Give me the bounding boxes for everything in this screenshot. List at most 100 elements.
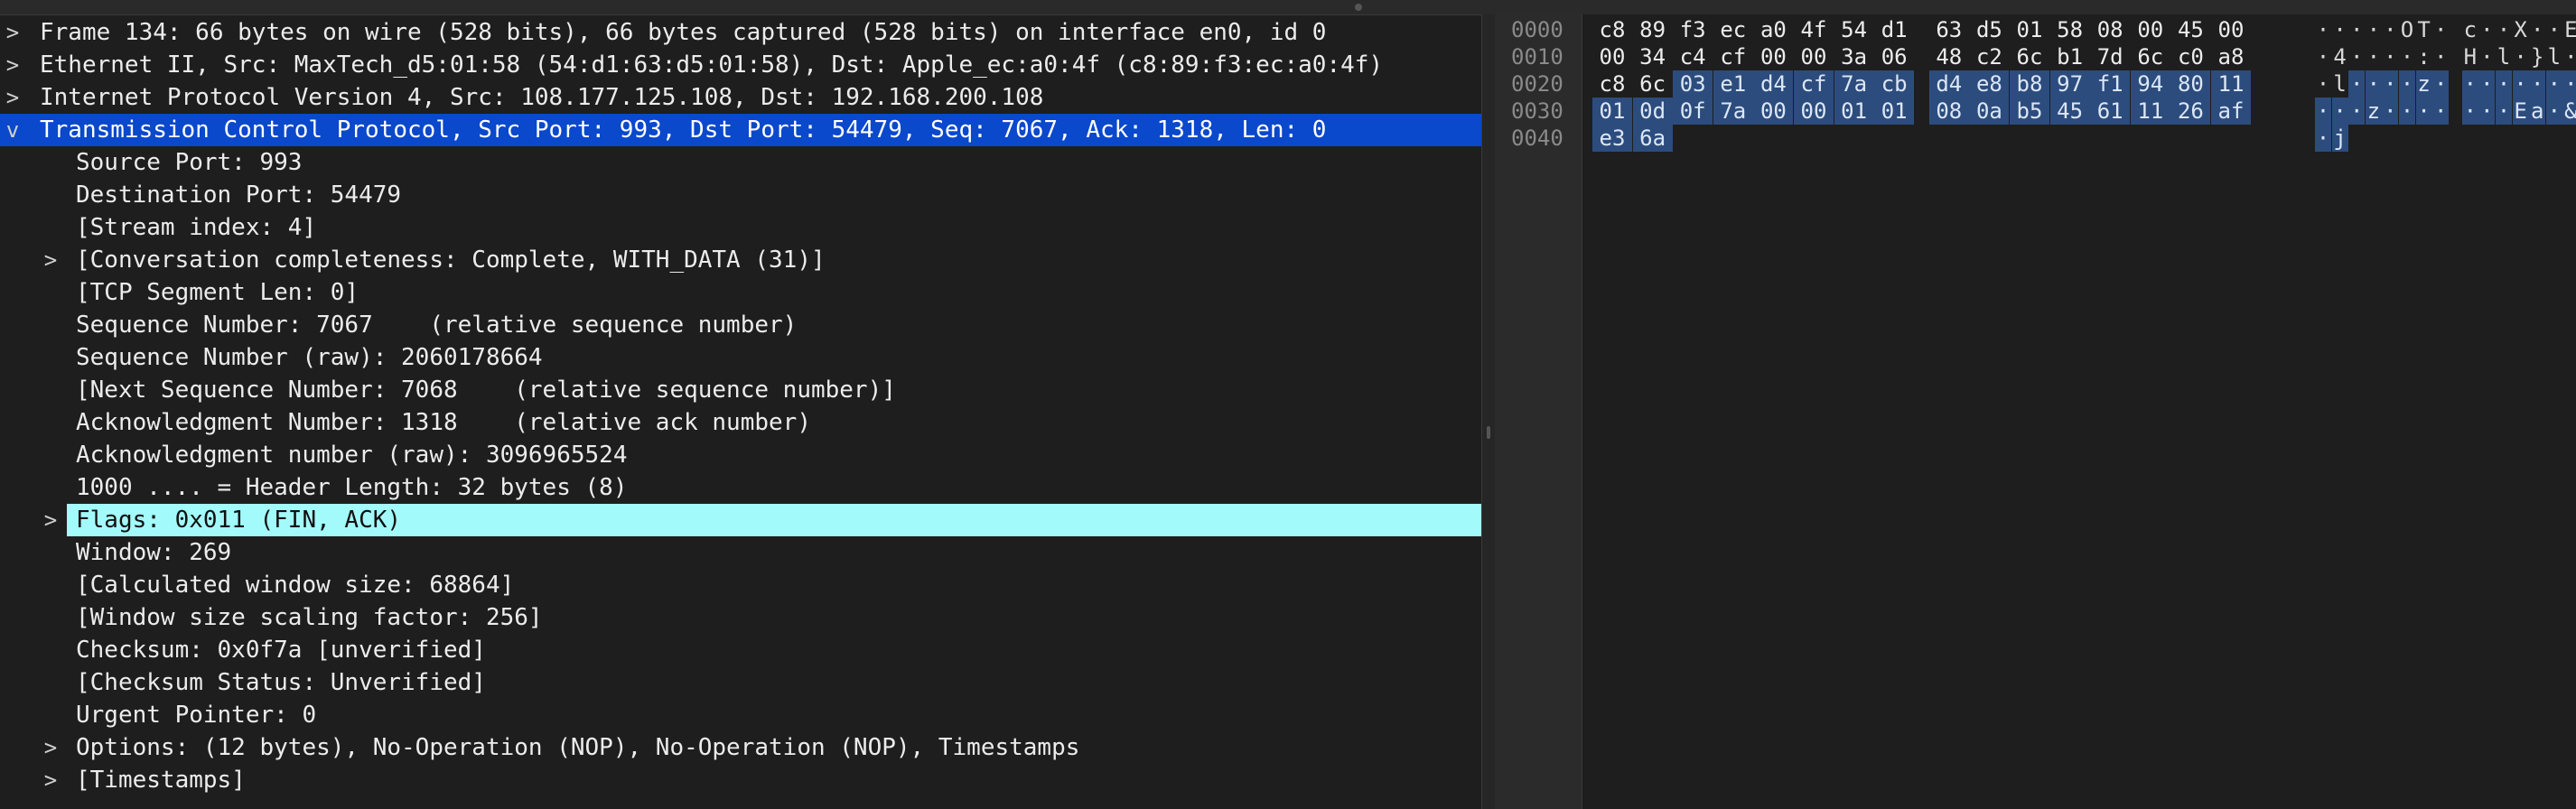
- hex-byte[interactable]: d1: [1874, 16, 1914, 43]
- ascii-char[interactable]: ·: [2315, 70, 2331, 98]
- chevron-right-icon[interactable]: >: [40, 731, 61, 764]
- ascii-char[interactable]: ·: [2432, 43, 2449, 70]
- ascii-char[interactable]: ·: [2382, 98, 2399, 125]
- hex-byte[interactable]: 00: [1592, 43, 1632, 70]
- hex-byte[interactable]: 80: [2170, 70, 2211, 98]
- hex-byte[interactable]: a8: [2211, 43, 2251, 70]
- tree-row[interactable]: Urgent Pointer: 0: [0, 699, 1481, 731]
- ascii-char[interactable]: ·: [2315, 125, 2331, 152]
- hex-byte[interactable]: e1: [1713, 70, 1753, 98]
- hex-byte[interactable]: 61: [2090, 98, 2131, 125]
- ascii-char[interactable]: :: [2416, 43, 2432, 70]
- hex-byte[interactable]: 94: [2130, 70, 2170, 98]
- ascii-char[interactable]: ·: [2366, 43, 2382, 70]
- hex-byte[interactable]: 48: [1929, 43, 1969, 70]
- ascii-char[interactable]: ·: [2382, 43, 2398, 70]
- hex-byte[interactable]: 7a: [1834, 70, 1874, 98]
- hex-byte[interactable]: 03: [1673, 70, 1713, 98]
- ascii-char[interactable]: ·: [2315, 16, 2331, 43]
- hex-byte[interactable]: 00: [1794, 98, 1834, 125]
- ascii-char[interactable]: &: [2562, 98, 2576, 125]
- hex-byte[interactable]: 11: [2130, 98, 2170, 125]
- ascii-char[interactable]: a: [2529, 98, 2546, 125]
- tree-row[interactable]: Acknowledgment Number: 1318 (relative ac…: [0, 406, 1481, 439]
- hex-byte[interactable]: b5: [2010, 98, 2049, 125]
- ascii-char[interactable]: ·: [2332, 16, 2348, 43]
- hex-byte[interactable]: af: [2211, 98, 2251, 125]
- tree-row[interactable]: > Flags: 0x011 (FIN, ACK): [0, 504, 1481, 536]
- ascii-char[interactable]: 4: [2332, 43, 2348, 70]
- hex-byte[interactable]: 6c: [2010, 43, 2049, 70]
- ascii-char[interactable]: l: [2496, 43, 2512, 70]
- hex-byte[interactable]: 0a: [1969, 98, 2010, 125]
- hex-byte[interactable]: d5: [1969, 16, 2009, 43]
- hex-byte[interactable]: b1: [2050, 43, 2090, 70]
- ascii-char[interactable]: ·: [2399, 43, 2415, 70]
- tree-row[interactable]: > Internet Protocol Version 4, Src: 108.1…: [0, 81, 1481, 114]
- ascii-char[interactable]: X: [2513, 16, 2529, 43]
- hex-byte[interactable]: b8: [2010, 70, 2049, 98]
- hex-byte[interactable]: c8: [1592, 70, 1632, 98]
- hex-byte[interactable]: 6c: [2131, 43, 2170, 70]
- tree-row[interactable]: > Ethernet II, Src: MaxTech_d5:01:58 (54:…: [0, 49, 1481, 81]
- hex-byte[interactable]: 00: [1753, 98, 1794, 125]
- chevron-down-icon[interactable]: v: [2, 114, 23, 146]
- ascii-char[interactable]: z: [2365, 98, 2382, 125]
- ascii-char[interactable]: ·: [2513, 43, 2529, 70]
- ascii-char[interactable]: }: [2529, 43, 2545, 70]
- ascii-char[interactable]: ·: [2512, 70, 2529, 98]
- hex-byte[interactable]: e8: [1969, 70, 2010, 98]
- pane-grip-icon[interactable]: [1355, 4, 1362, 11]
- ascii-char[interactable]: ·: [2432, 16, 2449, 43]
- ascii-char[interactable]: ·: [2478, 16, 2495, 43]
- hex-byte[interactable]: 00: [1794, 43, 1834, 70]
- hex-byte[interactable]: 00: [2131, 16, 2170, 43]
- hex-byte[interactable]: f3: [1673, 16, 1713, 43]
- chevron-right-icon[interactable]: >: [2, 49, 23, 81]
- tree-row[interactable]: [TCP Segment Len: 0]: [0, 276, 1481, 309]
- tree-row[interactable]: Sequence Number (raw): 2060178664: [0, 341, 1481, 374]
- ascii-char[interactable]: c: [2462, 16, 2478, 43]
- tree-row[interactable]: v Transmission Control Protocol, Src Port…: [0, 114, 1481, 146]
- ascii-char[interactable]: ·: [2432, 70, 2450, 98]
- ascii-char[interactable]: ·: [2382, 16, 2398, 43]
- tree-row[interactable]: Checksum: 0x0f7a [unverified]: [0, 634, 1481, 666]
- hex-byte[interactable]: d4: [1928, 70, 1969, 98]
- hex-byte[interactable]: 06: [1874, 43, 1914, 70]
- ascii-char[interactable]: l: [2546, 43, 2562, 70]
- ascii-char[interactable]: ·: [2399, 70, 2415, 98]
- hex-byte[interactable]: 89: [1633, 16, 1673, 43]
- hex-byte[interactable]: 00: [2211, 16, 2251, 43]
- ascii-char[interactable]: ·: [2399, 98, 2415, 125]
- ascii-char[interactable]: H: [2462, 43, 2478, 70]
- tree-row[interactable]: Source Port: 993: [0, 146, 1481, 179]
- hex-byte[interactable]: cf: [1794, 70, 1834, 98]
- tree-row[interactable]: Destination Port: 54479: [0, 179, 1481, 211]
- chevron-right-icon[interactable]: >: [40, 764, 61, 796]
- hex-byte[interactable]: c0: [2170, 43, 2210, 70]
- pane-splitter[interactable]: [1481, 14, 1496, 809]
- hex-byte[interactable]: f1: [2090, 70, 2131, 98]
- hex-byte[interactable]: c2: [1969, 43, 2009, 70]
- hex-byte[interactable]: 0f: [1673, 98, 1713, 125]
- hex-byte[interactable]: e3: [1592, 125, 1632, 152]
- hex-byte[interactable]: 63: [1929, 16, 1969, 43]
- hex-byte[interactable]: 45: [2049, 98, 2090, 125]
- ascii-char[interactable]: ·: [2315, 98, 2331, 125]
- tree-row[interactable]: Acknowledgment number (raw): 3096965524: [0, 439, 1481, 471]
- ascii-char[interactable]: ·: [2478, 70, 2496, 98]
- ascii-char[interactable]: ·: [2529, 16, 2545, 43]
- hex-byte[interactable]: 6c: [1633, 70, 1673, 98]
- hex-byte[interactable]: 97: [2049, 70, 2090, 98]
- ascii-char[interactable]: ·: [2545, 70, 2562, 98]
- ascii-char[interactable]: ·: [2496, 98, 2512, 125]
- ascii-char[interactable]: z: [2415, 70, 2432, 98]
- ascii-char[interactable]: ·: [2382, 70, 2399, 98]
- ascii-char[interactable]: E: [2562, 16, 2576, 43]
- ascii-char[interactable]: E: [2512, 98, 2529, 125]
- ascii-char[interactable]: ·: [2545, 98, 2562, 125]
- ascii-char[interactable]: ·: [2348, 70, 2366, 98]
- hex-byte[interactable]: 3a: [1834, 43, 1874, 70]
- hex-byte[interactable]: 08: [1928, 98, 1969, 125]
- tree-row[interactable]: [Next Sequence Number: 7068 (relative se…: [0, 374, 1481, 406]
